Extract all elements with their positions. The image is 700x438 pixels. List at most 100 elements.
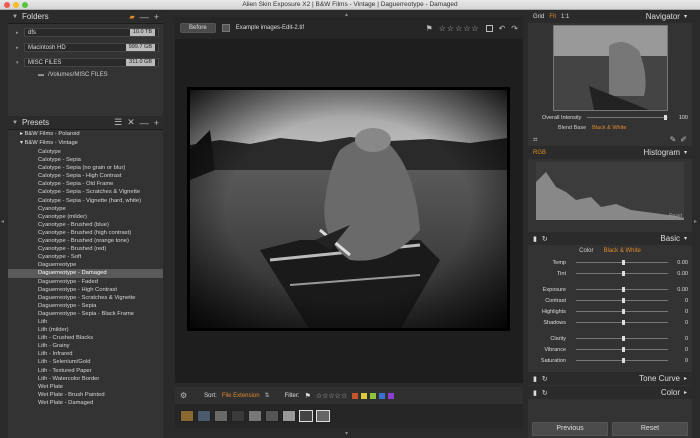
slider-track[interactable] xyxy=(576,320,668,325)
exposure-slider[interactable]: Exposure 0.00 xyxy=(528,284,692,295)
preset-item[interactable]: Calotype - Sepia - High Contrast xyxy=(8,172,163,180)
add-icon[interactable]: + xyxy=(154,118,159,128)
toggle-icon[interactable]: ▮ xyxy=(533,375,537,383)
color-filter-swatch[interactable] xyxy=(379,392,386,399)
star-rating[interactable]: ☆☆☆☆☆ xyxy=(439,24,480,33)
folder-row[interactable]: ▾ MISC FILES 311.0 GB xyxy=(16,56,159,69)
collapse-icon[interactable]: ▾ xyxy=(684,13,687,20)
highlights-slider[interactable]: Highlights 0 xyxy=(528,306,692,317)
thumbnail[interactable] xyxy=(282,410,296,422)
preset-item[interactable]: Calotype - Sepia xyxy=(8,156,163,164)
slider-track[interactable] xyxy=(576,298,668,303)
histogram-channel-dropdown[interactable]: RGB xyxy=(533,150,546,156)
list-view-icon[interactable]: ☰ xyxy=(114,117,122,128)
preset-item[interactable]: Cyanotype (milder) xyxy=(8,213,163,221)
preset-item[interactable]: Daguerreotype - Sepia - Black Frame xyxy=(8,310,163,318)
bottom-collapse-icon[interactable]: ▾ xyxy=(345,430,348,437)
preset-item[interactable]: Lith - Infrared xyxy=(8,350,163,358)
preset-item[interactable]: Wet Plate - Damaged xyxy=(8,399,163,407)
preset-item[interactable]: Daguerreotype - Sepia xyxy=(8,302,163,310)
preset-item[interactable]: Lith - Textured Paper xyxy=(8,367,163,375)
slider-knob[interactable] xyxy=(622,320,625,325)
overall-intensity-slider[interactable]: Overall Intensity 100 xyxy=(528,112,692,123)
reset-icon[interactable]: ↻ xyxy=(542,375,548,383)
preset-item[interactable]: Cyanotype - Brushed (high contrast) xyxy=(8,229,163,237)
slider-knob[interactable] xyxy=(622,309,625,314)
flag-icon[interactable]: ⚑ xyxy=(426,24,433,33)
preset-item[interactable]: Lith - Crushed Blacks xyxy=(8,334,163,342)
saturation-slider[interactable]: Saturation 0 xyxy=(528,355,692,366)
collapse-icon[interactable]: ▾ xyxy=(16,60,24,66)
folders-header[interactable]: ▼ Folders ▰ — + xyxy=(8,10,163,24)
preset-item[interactable]: Lith - Grainy xyxy=(8,342,163,350)
slider-knob[interactable] xyxy=(622,260,625,265)
rotate-right-icon[interactable]: ↷ xyxy=(511,24,518,33)
collapse-icon[interactable]: ▾ xyxy=(684,235,687,242)
rotate-left-icon[interactable]: ↶ xyxy=(499,24,506,33)
temp-slider[interactable]: Temp 0.00 xyxy=(528,257,692,268)
preset-item[interactable]: Cyanotype - Brushed (blue) xyxy=(8,221,163,229)
left-collapse-icon[interactable]: ◂ xyxy=(1,218,4,225)
color-header[interactable]: ▮ ↻ Color ▸ xyxy=(528,386,692,399)
presets-header[interactable]: ▼ Presets ☰ ✕ — + xyxy=(8,116,163,130)
add-icon[interactable]: + xyxy=(154,12,159,22)
color-label-icon[interactable] xyxy=(485,24,493,32)
slider-track[interactable] xyxy=(576,260,668,265)
brush-icon[interactable]: ✎ xyxy=(670,135,677,144)
thumbnail[interactable] xyxy=(180,410,194,422)
preset-item[interactable]: Cyanotype xyxy=(8,205,163,213)
preset-item[interactable]: Lith - Selenium/Gold xyxy=(8,358,163,366)
remove-icon[interactable]: — xyxy=(140,118,149,128)
expand-icon[interactable]: ▸ xyxy=(16,30,24,36)
preset-item[interactable]: Daguerreotype - Damaged xyxy=(8,269,163,278)
grid-button[interactable]: Grid xyxy=(533,14,544,20)
expand-icon[interactable]: ▸ xyxy=(684,389,687,396)
thumbnail[interactable] xyxy=(265,410,279,422)
slider-knob[interactable] xyxy=(622,336,625,341)
basic-header[interactable]: ▮ ↻ Basic ▾ xyxy=(528,232,692,245)
preset-item[interactable]: Lith (milder) xyxy=(8,326,163,334)
preset-item[interactable]: Cyanotype - Brushed (red) xyxy=(8,245,163,253)
zoom-1to1-button[interactable]: 1:1 xyxy=(561,14,569,20)
toggle-icon[interactable]: ▮ xyxy=(533,235,537,243)
slider-knob[interactable] xyxy=(622,298,625,303)
slider-track[interactable] xyxy=(576,336,668,341)
previous-button[interactable]: Previous xyxy=(532,422,608,436)
color-filter-swatch[interactable] xyxy=(361,392,368,399)
preset-item[interactable]: Wet Plate - Brush Painted xyxy=(8,391,163,399)
shadows-slider[interactable]: Shadows 0 xyxy=(528,317,692,328)
preset-item[interactable]: Cyanotype - Soft xyxy=(8,253,163,261)
folder-icon[interactable]: ▰ xyxy=(129,13,134,21)
subfolder-row[interactable]: ▬ /Volumes/MISC FILES xyxy=(8,69,163,80)
preset-item[interactable]: Wet Plate xyxy=(8,383,163,391)
thumbnail[interactable] xyxy=(299,410,313,422)
compare-icon[interactable] xyxy=(221,24,230,32)
shuffle-icon[interactable]: ✕ xyxy=(127,117,135,128)
preset-group[interactable]: ▸ B&W Films - Polaroid xyxy=(8,130,163,139)
collapse-icon[interactable]: ▾ xyxy=(684,149,687,156)
preset-group[interactable]: ▾ B&W Films - Vintage xyxy=(8,139,163,148)
star-filter[interactable]: ☆☆☆☆☆ xyxy=(316,392,347,400)
flag-filter-icon[interactable]: ⚑ xyxy=(305,392,311,400)
thumbnail[interactable] xyxy=(214,410,228,422)
folder-row[interactable]: ▸ dfs 10.0 TB xyxy=(16,26,159,39)
preset-item[interactable]: Daguerreotype - Scratches & Vignette xyxy=(8,294,163,302)
pen-icon[interactable]: ✐ xyxy=(680,135,687,144)
bw-mode-button[interactable]: Black & White xyxy=(603,248,640,254)
slider-track[interactable] xyxy=(576,287,668,292)
fit-button[interactable]: Fit xyxy=(549,14,556,20)
slider-track[interactable] xyxy=(576,271,668,276)
slider-knob[interactable] xyxy=(622,271,625,276)
slider-knob[interactable] xyxy=(622,347,625,352)
tint-slider[interactable]: Tint 0.00 xyxy=(528,268,692,279)
histogram-reset[interactable]: Reset xyxy=(669,213,682,219)
preset-item[interactable]: Daguerreotype xyxy=(8,261,163,269)
before-button[interactable]: Before xyxy=(180,23,216,33)
sort-dropdown[interactable]: File Extension xyxy=(222,393,260,399)
slider-track[interactable] xyxy=(576,347,668,352)
photo[interactable] xyxy=(187,87,510,331)
color-filter-swatch[interactable] xyxy=(352,392,359,399)
color-mode-button[interactable]: Color xyxy=(579,248,593,254)
thumbnail[interactable] xyxy=(248,410,262,422)
blend-base-dropdown[interactable]: Black & White xyxy=(592,125,626,131)
